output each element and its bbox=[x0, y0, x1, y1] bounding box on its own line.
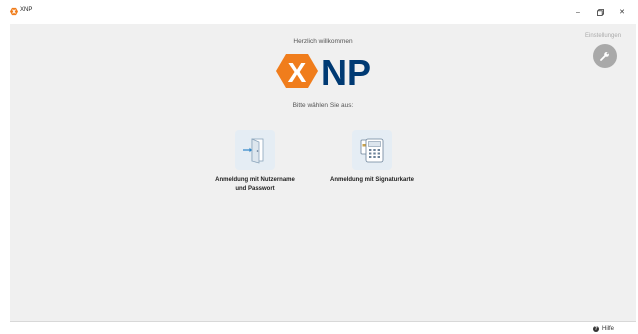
xnp-logo: X NP bbox=[275, 51, 375, 93]
settings-button[interactable] bbox=[593, 44, 617, 68]
welcome-heading: Herzlich willkommen bbox=[293, 38, 353, 45]
xnp-logo-graphic: X NP bbox=[276, 52, 371, 93]
settings-label: Einstellungen bbox=[585, 33, 622, 39]
footer-divider bbox=[10, 321, 636, 322]
help-label: Hilfe bbox=[602, 326, 615, 332]
help-icon: ? bbox=[593, 326, 599, 332]
help-button[interactable]: ? Hilfe bbox=[593, 326, 614, 332]
login-card-label: Anmeldung mit Signaturkarte bbox=[330, 177, 415, 183]
window-title: XNP bbox=[20, 7, 33, 13]
main-panel: Herzlich willkommen X NP Bitte wählen Si… bbox=[10, 24, 636, 321]
wrench-icon bbox=[600, 52, 609, 61]
login-password-option[interactable]: Anmeldung mit Nutzername und Passwort bbox=[213, 130, 297, 194]
selection-prompt: Bitte wählen Sie aus: bbox=[292, 102, 354, 109]
xnp-app-icon bbox=[10, 7, 18, 16]
logo-badge-letter: X bbox=[288, 57, 307, 88]
logo-text: NP bbox=[321, 52, 371, 91]
card-terminal-icon bbox=[352, 130, 392, 170]
close-button[interactable]: ✕ bbox=[612, 4, 632, 20]
minimize-icon: – bbox=[576, 8, 580, 16]
login-password-label: Anmeldung mit Nutzername und Passwort bbox=[215, 177, 295, 192]
minimize-button[interactable]: – bbox=[568, 4, 588, 20]
restore-icon bbox=[596, 8, 604, 16]
close-icon: ✕ bbox=[619, 9, 625, 16]
login-card-option[interactable]: Anmeldung mit Signaturkarte bbox=[330, 130, 414, 185]
restore-button[interactable] bbox=[590, 4, 610, 20]
title-bar: XNP – ✕ bbox=[0, 0, 638, 24]
door-login-icon bbox=[235, 130, 275, 170]
